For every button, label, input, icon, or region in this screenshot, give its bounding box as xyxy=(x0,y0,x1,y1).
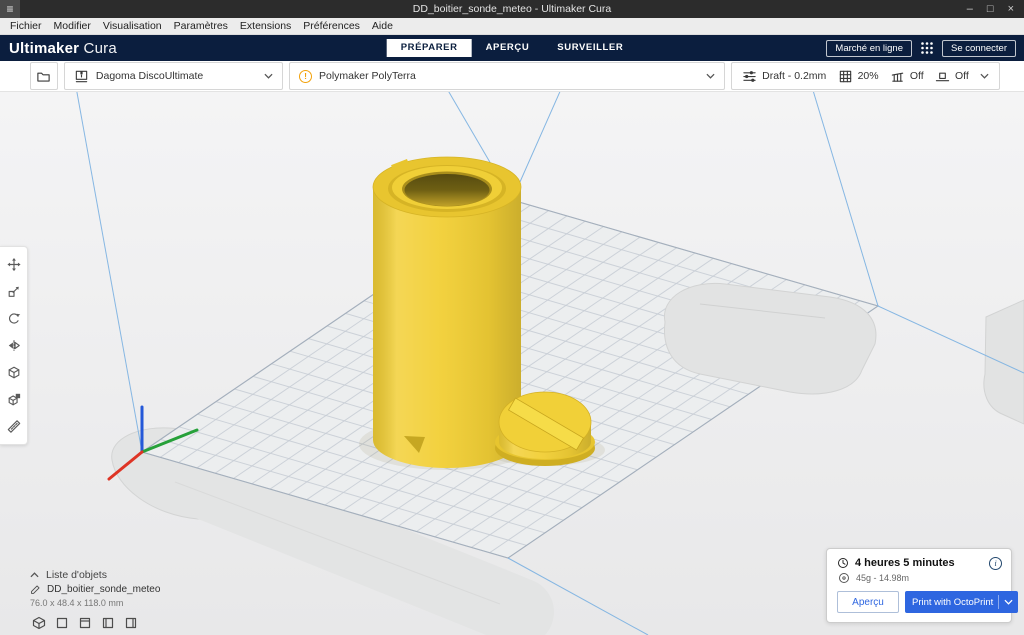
view-3d-button[interactable] xyxy=(30,614,47,631)
object-list-item[interactable]: DD_boitier_sonde_meteo xyxy=(30,584,160,595)
brand-cura: Cura xyxy=(83,39,117,57)
title-bar: ≡ DD_boitier_sonde_meteo - Ultimaker Cur… xyxy=(0,0,1024,18)
view-buttons xyxy=(30,614,160,631)
measure-icon xyxy=(7,420,20,433)
material-usage-estimate: 45g - 14.98m xyxy=(856,573,910,583)
per-model-settings-icon xyxy=(8,366,19,379)
material-warning-icon: ! xyxy=(299,69,312,83)
sliders-icon xyxy=(743,70,756,82)
applications-grid-icon[interactable] xyxy=(920,41,934,55)
tool-move-button[interactable] xyxy=(1,252,27,277)
view-3d-icon xyxy=(32,616,45,629)
view-left-icon xyxy=(102,617,113,628)
tool-support-blocker-button[interactable] xyxy=(1,387,27,412)
view-front-icon xyxy=(56,617,67,628)
menu-preferences[interactable]: Préférences xyxy=(297,18,366,35)
chevron-down-icon xyxy=(1004,599,1013,605)
menu-visualisation[interactable]: Visualisation xyxy=(97,18,168,35)
brand-ultimaker: Ultimaker xyxy=(9,39,80,57)
menu-fichier[interactable]: Fichier xyxy=(4,18,48,35)
menu-aide[interactable]: Aide xyxy=(366,18,399,35)
sign-in-button[interactable]: Se connecter xyxy=(942,39,1016,57)
object-list-title: Liste d'objets xyxy=(46,569,107,581)
infill-value: 20% xyxy=(857,70,879,82)
printer-icon xyxy=(75,70,88,82)
print-time-estimate: 4 heures 5 minutes xyxy=(855,557,955,569)
folder-icon xyxy=(37,72,51,82)
viewport: Liste d'objets DD_boitier_sonde_meteo 76… xyxy=(0,92,1024,635)
stage-tabs: PRÉPARER APERÇU SURVEILLER xyxy=(386,39,638,57)
move-icon xyxy=(6,257,21,272)
view-left-button[interactable] xyxy=(99,614,116,631)
print-octoprint-button[interactable]: Print with OctoPrint xyxy=(905,591,1019,613)
tab-prepare[interactable]: PRÉPARER xyxy=(386,39,472,57)
tab-monitor[interactable]: SURVEILLER xyxy=(543,39,637,57)
hamburger-menu-icon[interactable]: ≡ xyxy=(0,0,20,18)
infill-icon xyxy=(839,70,851,82)
pencil-icon xyxy=(31,585,40,594)
menu-modifier[interactable]: Modifier xyxy=(48,18,97,35)
printer-name: Dagoma DiscoUltimate xyxy=(95,70,204,82)
tool-mirror-button[interactable] xyxy=(1,333,27,358)
menu-extensions[interactable]: Extensions xyxy=(234,18,297,35)
object-list: Liste d'objets DD_boitier_sonde_meteo 76… xyxy=(30,569,160,631)
chevron-up-icon xyxy=(30,572,39,578)
menu-bar: Fichier Modifier Visualisation Paramètre… xyxy=(0,18,1024,35)
adhesion-icon xyxy=(935,72,950,81)
support-value: Off xyxy=(909,70,924,82)
view-top-button[interactable] xyxy=(76,614,93,631)
mirror-icon xyxy=(8,340,20,351)
window-title: DD_boitier_sonde_meteo - Ultimaker Cura xyxy=(412,3,612,15)
material-selector[interactable]: ! Polymaker PolyTerra xyxy=(289,62,726,90)
preview-button[interactable]: Aperçu xyxy=(837,591,899,613)
cura-logo: Ultimaker Cura xyxy=(0,40,117,57)
tool-scale-button[interactable] xyxy=(1,279,27,304)
button-divider xyxy=(998,595,1000,609)
menu-parametres[interactable]: Paramètres xyxy=(168,18,234,35)
print-button-label: Print with OctoPrint xyxy=(912,596,994,608)
configuration-bar: Dagoma DiscoUltimate ! Polymaker PolyTer… xyxy=(0,61,1024,92)
chevron-down-icon xyxy=(264,73,273,79)
view-top-icon xyxy=(79,617,90,628)
minimize-button[interactable]: – xyxy=(967,0,973,18)
object-name: DD_boitier_sonde_meteo xyxy=(47,584,161,595)
adhesion-value: Off xyxy=(954,70,969,82)
view-right-icon xyxy=(125,617,136,628)
tool-panel xyxy=(0,246,28,445)
print-settings-selector[interactable]: Draft - 0.2mm 20% Off Off xyxy=(731,62,1001,90)
stage-header: Ultimaker Cura PRÉPARER APERÇU SURVEILLE… xyxy=(0,35,1024,61)
tool-measure-button[interactable] xyxy=(1,414,27,439)
support-icon xyxy=(891,72,904,82)
clock-icon xyxy=(838,558,848,568)
print-estimate-panel: 4 heures 5 minutes 45g - 14.98m i Aperçu… xyxy=(826,548,1019,623)
scale-icon xyxy=(8,286,19,297)
model-cap[interactable] xyxy=(495,391,595,466)
chevron-down-icon xyxy=(980,73,989,79)
material-name: Polymaker PolyTerra xyxy=(319,70,416,82)
profile-label: Draft - 0.2mm xyxy=(762,70,827,82)
maximize-button[interactable]: □ xyxy=(987,0,994,18)
tool-per-model-settings-button[interactable] xyxy=(1,360,27,385)
support-blocker-icon xyxy=(8,393,20,406)
info-icon[interactable]: i xyxy=(989,557,1002,570)
view-front-button[interactable] xyxy=(53,614,70,631)
rotate-icon xyxy=(8,313,20,324)
chevron-down-icon xyxy=(706,73,715,79)
object-list-toggle[interactable]: Liste d'objets xyxy=(30,569,160,581)
tab-preview[interactable]: APERÇU xyxy=(472,39,544,57)
close-button[interactable]: × xyxy=(1008,0,1014,18)
printer-selector[interactable]: Dagoma DiscoUltimate xyxy=(63,62,283,90)
cura-application-window: ≡ DD_boitier_sonde_meteo - Ultimaker Cur… xyxy=(0,0,1024,635)
marketplace-button[interactable]: Marché en ligne xyxy=(826,39,913,57)
object-dimensions: 76.0 x 48.4 x 118.0 mm xyxy=(30,598,124,608)
open-file-button[interactable] xyxy=(30,62,58,90)
material-usage-icon xyxy=(839,573,849,583)
view-right-button[interactable] xyxy=(122,614,139,631)
tool-rotate-button[interactable] xyxy=(1,306,27,331)
